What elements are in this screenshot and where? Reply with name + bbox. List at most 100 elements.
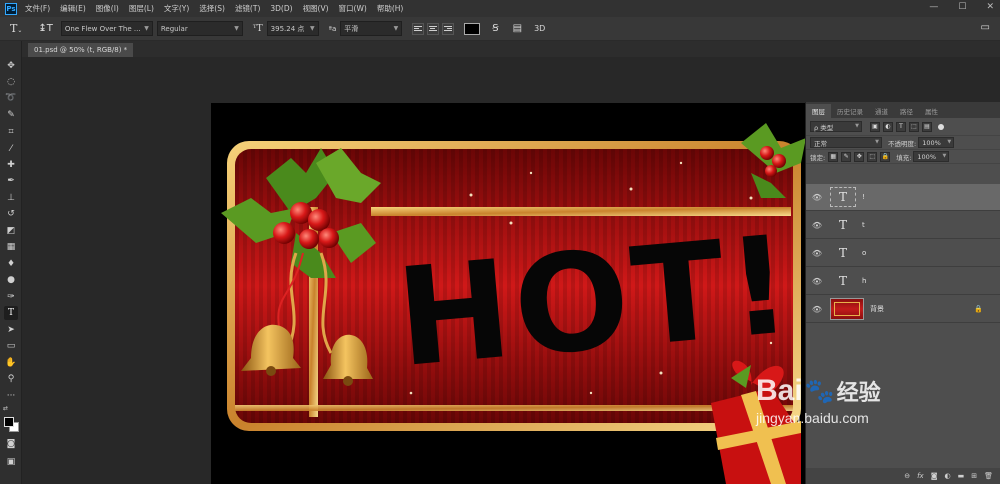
gradient-tool-icon[interactable]: ▦ [4,240,18,254]
lock-all-icon[interactable]: 🔒 [880,151,891,162]
menu-filter[interactable]: 滤镜(T) [235,3,260,14]
font-style-select[interactable]: Regular ▼ [156,21,243,36]
font-family-select[interactable]: One Flew Over The ... ▼ [60,21,153,36]
hand-tool-icon[interactable]: ✋ [4,356,18,370]
menu-type[interactable]: 文字(Y) [164,3,189,14]
lasso-tool-icon[interactable]: ➰ [4,91,18,105]
maximize-button[interactable]: ☐ [958,2,966,12]
visibility-eye-icon[interactable]: 👁 [810,193,824,202]
type-tool-icon[interactable]: T [4,306,18,320]
character-panel-icon[interactable]: ▤ [513,23,522,34]
document-tab[interactable]: 01.psd @ 50% (t, RGB/8) * [28,43,134,57]
blur-tool-icon[interactable]: ♦ [4,257,18,271]
more-tools-icon[interactable]: ··· [4,389,18,403]
folder-icon[interactable]: ▬ [958,472,965,480]
healing-tool-icon[interactable]: ✚ [4,158,18,172]
lock-position-icon[interactable]: ✥ [854,151,865,162]
zoom-tool-icon[interactable]: ⚲ [4,372,18,386]
filter-smart-icon[interactable]: ▤ [922,121,932,132]
menu-select[interactable]: 选择(S) [199,3,225,14]
filter-adjustment-icon[interactable]: ◐ [883,121,893,132]
menu-file[interactable]: 文件(F) [25,3,50,14]
type-tool-preset-icon[interactable]: T⌄ [10,22,22,35]
tab-channels[interactable]: 通道 [869,104,894,118]
layer-filter-select[interactable]: ρ 类型 ▼ [810,121,862,132]
warp-text-icon[interactable]: Ꞩ [492,23,498,34]
filter-toggle-icon[interactable] [938,123,944,130]
move-tool-icon[interactable]: ✥ [4,59,18,73]
shape-tool-icon[interactable]: ▭ [4,339,18,353]
lock-image-icon[interactable]: ✎ [841,151,852,162]
3d-button[interactable]: 3D [534,24,545,33]
trash-icon[interactable]: 🗑 [984,472,993,480]
quick-mask-icon[interactable]: ◙ [4,437,18,451]
antialias-select[interactable]: 平滑 ▼ [340,21,403,36]
crop-tool-icon[interactable]: ⌗ [4,125,18,139]
opacity-input[interactable]: 100% ▼ [918,137,955,148]
menu-window[interactable]: 窗口(W) [339,3,367,14]
foreground-color[interactable] [4,417,14,427]
menu-edit[interactable]: 编辑(E) [60,3,86,14]
tab-layers[interactable]: 图层 [806,104,831,118]
blend-row: 正常 ▼ 不透明度: 100% ▼ [806,136,1000,150]
document-canvas[interactable]: HOT! [211,103,811,484]
fill-input[interactable]: 100% ▼ [913,151,950,162]
workspace-icon[interactable]: ▭ [981,22,990,33]
minimize-button[interactable]: — [929,2,938,12]
font-size-select[interactable]: 395.24 点 ▼ [266,21,319,36]
tab-paths[interactable]: 路径 [894,104,919,118]
blend-mode-select[interactable]: 正常 ▼ [810,137,882,148]
text-color-swatch[interactable] [464,22,481,35]
pen-tool-icon[interactable]: ✑ [4,290,18,304]
layer-name[interactable]: t [862,221,865,229]
text-orientation-icon[interactable]: ↨T [38,23,53,34]
menu-help[interactable]: 帮助(H) [377,3,404,14]
eraser-tool-icon[interactable]: ◩ [4,224,18,238]
link-icon[interactable]: ⊖ [904,472,910,480]
quick-select-tool-icon[interactable]: ✎ [4,108,18,122]
layer-row[interactable]: 👁 T t [806,212,1000,239]
eyedropper-tool-icon[interactable]: ⁄ [4,142,18,156]
watermark-suffix: 经验 [836,381,881,406]
tab-properties[interactable]: 属性 [919,104,944,118]
lock-transparency-icon[interactable]: ▦ [828,151,839,162]
layer-name[interactable]: o [862,249,866,257]
mask-icon[interactable]: ◙ [931,472,938,480]
adjustment-icon[interactable]: ◐ [945,472,951,480]
layer-name[interactable]: ! [862,193,865,201]
tab-history[interactable]: 历史记录 [831,104,869,118]
align-center-button[interactable] [427,22,440,35]
layer-name[interactable]: 背景 [870,304,884,314]
visibility-eye-icon[interactable]: 👁 [810,277,824,286]
align-right-button[interactable] [442,22,455,35]
dodge-tool-icon[interactable]: ● [4,273,18,287]
menu-3d[interactable]: 3D(D) [270,4,292,13]
layer-row[interactable]: 👁 T o [806,240,1000,267]
stamp-tool-icon[interactable]: ⊥ [4,191,18,205]
filter-type-icon[interactable]: T [896,121,906,132]
close-button[interactable]: ✕ [986,2,994,12]
lock-artboard-icon[interactable]: ⬚ [867,151,878,162]
screen-mode-icon[interactable]: ▣ [4,455,18,469]
menu-layer[interactable]: 图层(L) [129,3,154,14]
swap-colors-icon[interactable]: ⇄ [3,405,8,412]
menu-image[interactable]: 图像(I) [96,3,119,14]
visibility-eye-icon[interactable]: 👁 [810,249,824,258]
layer-name[interactable]: h [862,277,866,285]
align-left-button[interactable] [412,22,425,35]
fx-icon[interactable]: fx [917,472,924,480]
marquee-tool-icon[interactable]: ◌ [4,75,18,89]
visibility-eye-icon[interactable]: 👁 [810,305,824,314]
filter-pixel-icon[interactable]: ▣ [870,121,880,132]
new-layer-icon[interactable]: ⊞ [971,472,977,480]
watermark-url: jingyan.baidu.com [756,410,869,426]
visibility-eye-icon[interactable]: 👁 [810,221,824,230]
layer-row[interactable]: 👁 背景 🔒 [806,296,1000,323]
filter-shape-icon[interactable]: ⬚ [909,121,919,132]
history-brush-tool-icon[interactable]: ↺ [4,207,18,221]
menu-view[interactable]: 视图(V) [303,3,329,14]
layer-row[interactable]: 👁 T h [806,268,1000,295]
layer-row[interactable]: 👁 T ! [806,184,1000,211]
brush-tool-icon[interactable]: ✒ [4,174,18,188]
path-select-tool-icon[interactable]: ➤ [4,323,18,337]
